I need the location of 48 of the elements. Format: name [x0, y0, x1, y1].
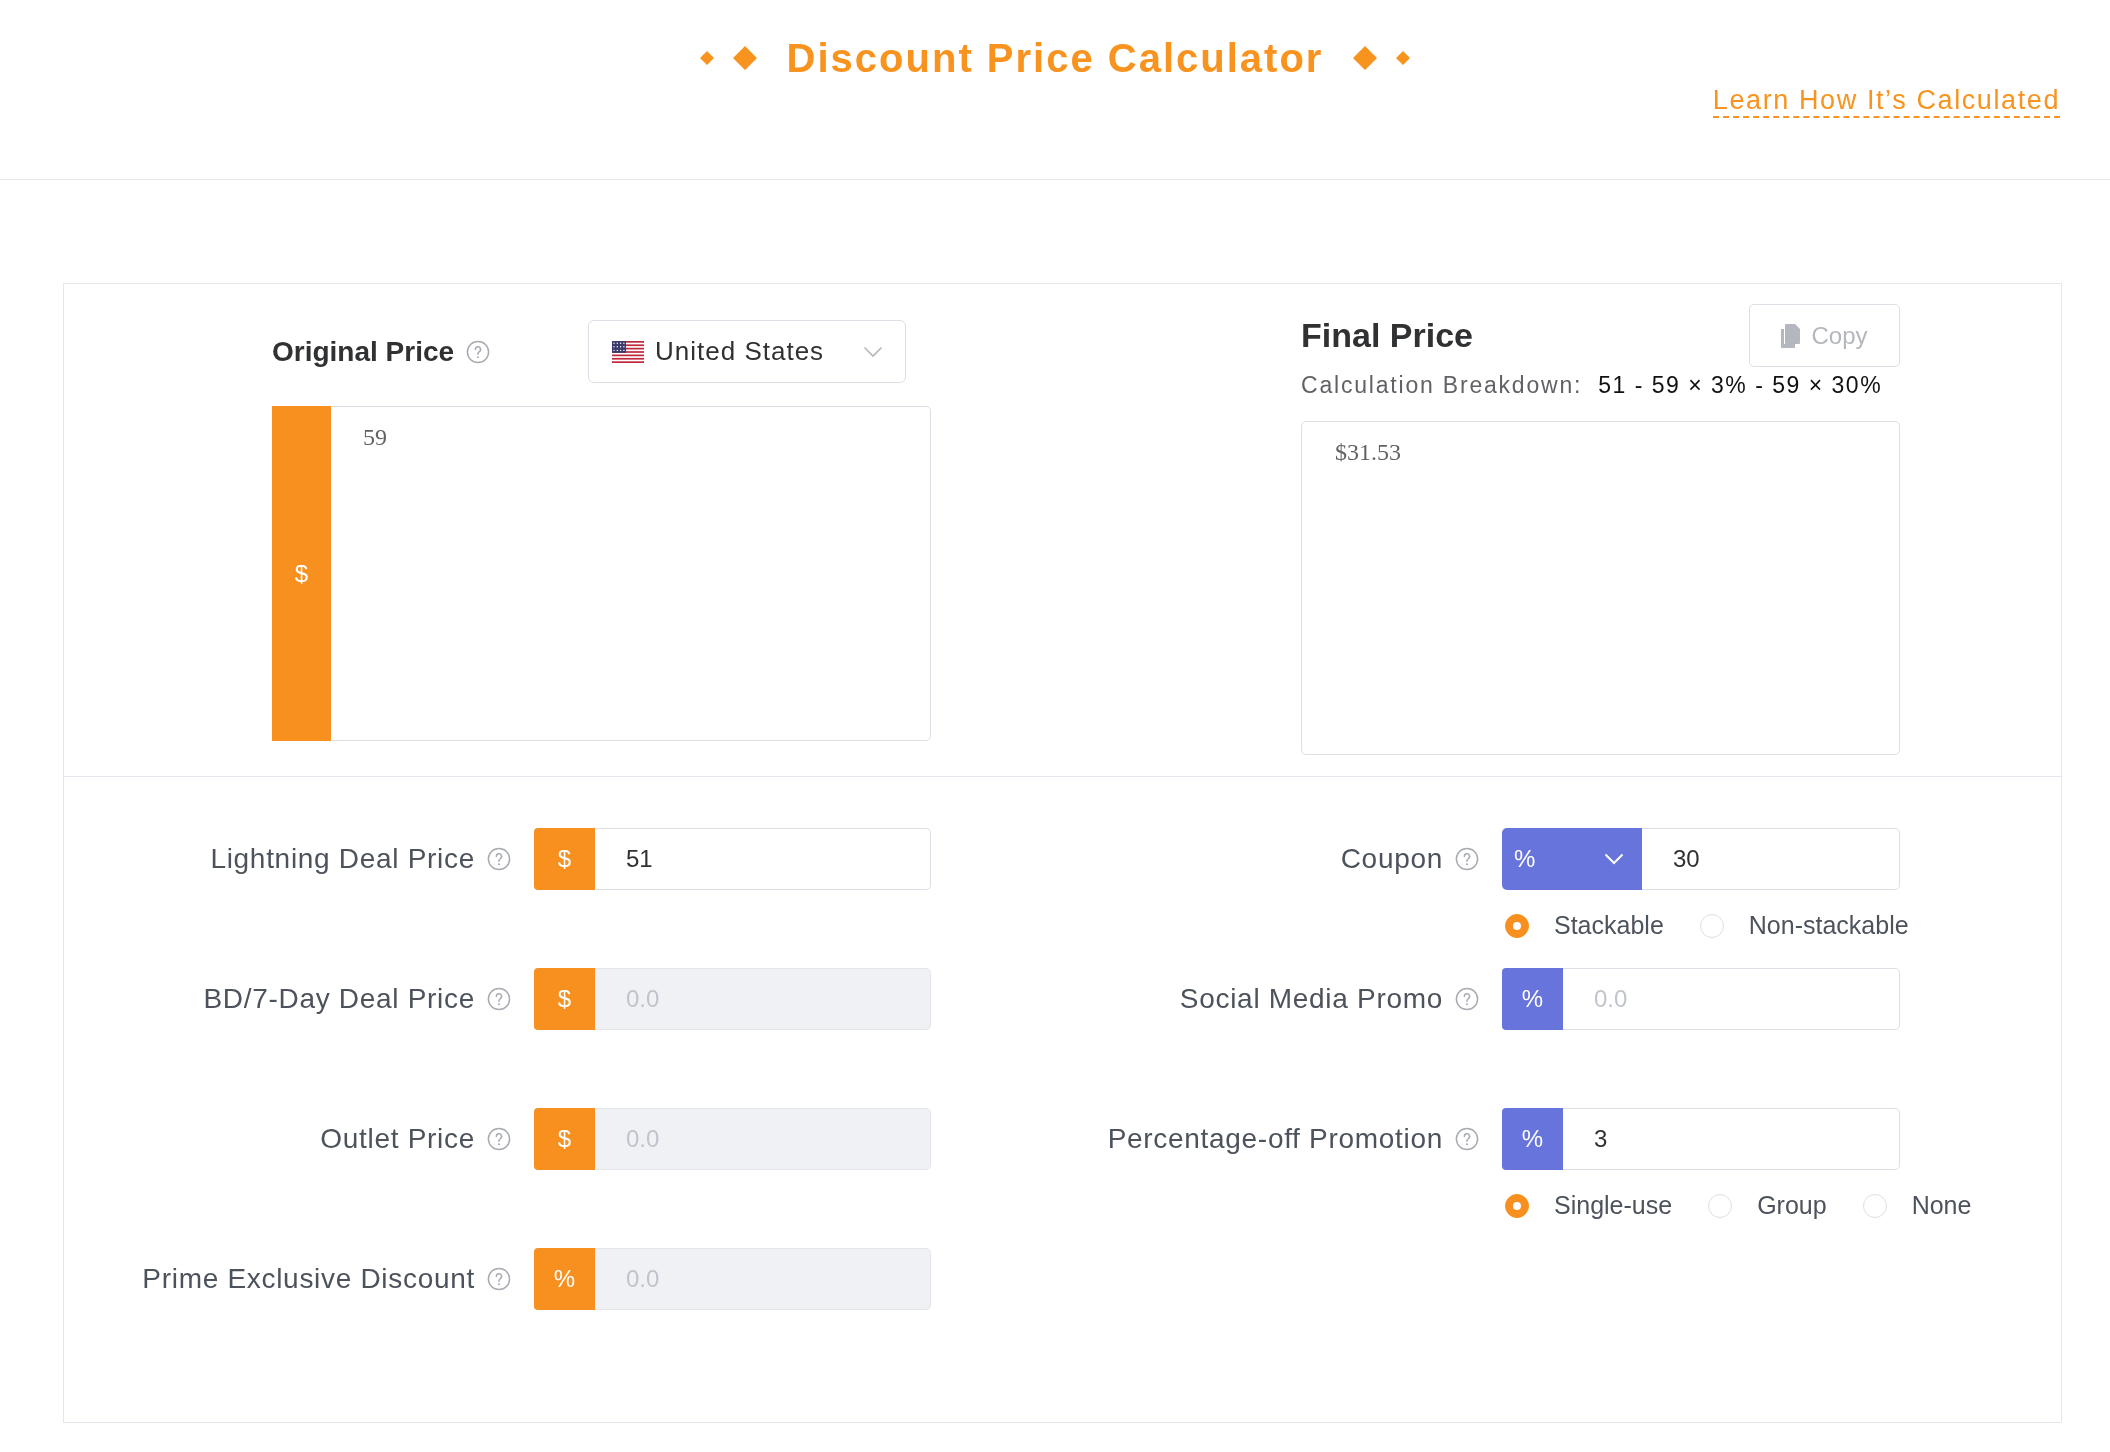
radio-label[interactable]: Single-use — [1554, 1191, 1673, 1220]
radio-label[interactable]: Non-stackable — [1748, 911, 1909, 940]
radio-label[interactable]: Stackable — [1554, 911, 1664, 940]
us-flag-icon — [612, 340, 644, 363]
result-textarea[interactable]: $31.53 — [1301, 421, 1900, 755]
unit-prefix: % — [1502, 968, 1563, 1030]
unit-prefix: $ — [534, 828, 595, 890]
page-title: Discount Price Calculator — [786, 35, 1324, 82]
field-label: Percentage-off Promotion — [1107, 1123, 1443, 1155]
help-icon[interactable] — [487, 987, 511, 1011]
price-textarea[interactable]: 59 — [331, 406, 931, 741]
diamond-pair-icon — [1353, 46, 1412, 70]
radio-button[interactable] — [1505, 1193, 1529, 1218]
unit-prefix: % — [1502, 1108, 1563, 1170]
price-input[interactable]: 51 — [595, 828, 931, 890]
chevron-down-icon — [863, 345, 883, 358]
percent-input[interactable]: 0.0 — [1563, 968, 1900, 1030]
unit-prefix: $ — [534, 968, 595, 1030]
copy-icon — [1781, 323, 1802, 348]
percent-input[interactable]: 30 — [1642, 828, 1900, 890]
section-title: Final Price — [1301, 316, 1473, 355]
radio-label[interactable]: None — [1911, 1191, 1972, 1220]
unit-prefix: % — [534, 1248, 595, 1310]
help-icon[interactable] — [1455, 847, 1479, 871]
diamond-pair-icon — [698, 46, 757, 70]
help-icon[interactable] — [487, 847, 511, 871]
radio-label[interactable]: Group — [1757, 1191, 1827, 1220]
field-label: Outlet Price — [320, 1123, 475, 1155]
field-label: Social Media Promo — [1179, 983, 1443, 1015]
percent-input[interactable]: 3 — [1563, 1108, 1900, 1170]
currency-prefix: $ — [272, 406, 331, 741]
field-label: Coupon — [1340, 843, 1443, 875]
country-dropdown[interactable]: United States — [588, 320, 906, 383]
help-icon[interactable] — [487, 1267, 511, 1291]
help-icon[interactable] — [466, 339, 491, 364]
field-label: Prime Exclusive Discount — [142, 1263, 475, 1295]
unit-prefix: $ — [534, 1108, 595, 1170]
field-label: Lightning Deal Price — [210, 843, 475, 875]
field-label: BD/7-Day Deal Price — [203, 983, 475, 1015]
unit-dropdown[interactable]: % — [1502, 828, 1642, 890]
breakdown-formula: 51 - 59 × 3% - 59 × 30% — [1598, 371, 1883, 399]
chevron-down-icon — [1604, 853, 1624, 865]
help-icon[interactable] — [1455, 1127, 1479, 1151]
help-icon[interactable] — [1455, 987, 1479, 1011]
radio-button[interactable] — [1505, 913, 1529, 938]
help-icon[interactable] — [487, 1127, 511, 1151]
section-label: Original Price — [272, 335, 455, 368]
breakdown-label: Calculation Breakdown: — [1301, 371, 1583, 399]
